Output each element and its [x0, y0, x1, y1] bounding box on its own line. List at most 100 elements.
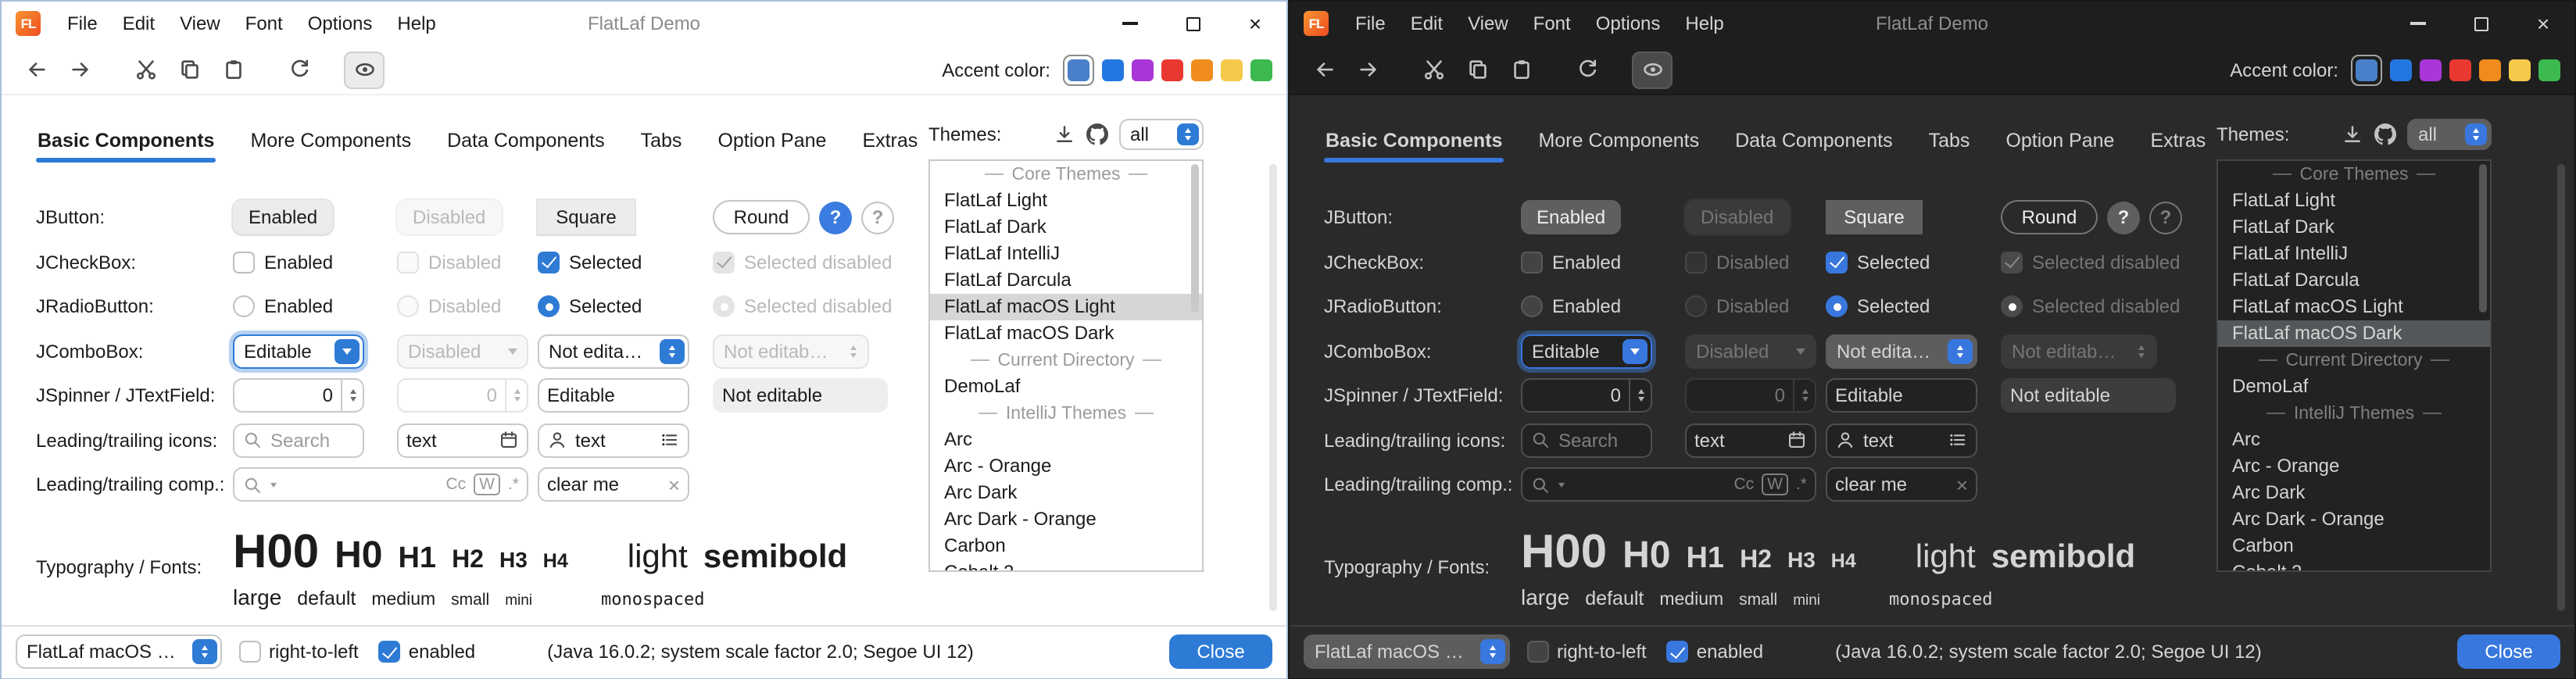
theme-item-flatlaf-light[interactable]: FlatLaf Light	[930, 188, 1202, 214]
maximize-button[interactable]	[2449, 2, 2512, 45]
theme-item-flatlaf-dark[interactable]: FlatLaf Dark	[2218, 214, 2490, 241]
tab-option-pane[interactable]: Option Pane	[2004, 120, 2116, 161]
theme-item-flatlaf-intellij[interactable]: FlatLaf IntelliJ	[2218, 241, 2490, 267]
accent-swatch-orange[interactable]	[1191, 59, 1213, 80]
theme-item-arc[interactable]: Arc	[2218, 427, 2490, 453]
close-button[interactable]: Close	[2457, 634, 2560, 669]
tab-tabs[interactable]: Tabs	[639, 120, 684, 161]
enabled-button[interactable]: Enabled	[1521, 201, 1621, 235]
theme-item-arc-dark-orange[interactable]: Arc Dark - Orange	[930, 506, 1202, 533]
menu-font[interactable]: Font	[1521, 13, 1583, 34]
chevron-down-icon[interactable]	[335, 339, 360, 364]
download-icon[interactable]	[2342, 123, 2363, 145]
theme-item-arc-orange[interactable]: Arc - Orange	[2218, 453, 2490, 480]
chevron-updown-icon[interactable]	[1948, 339, 1973, 364]
close-window-button[interactable]: ×	[2512, 2, 2574, 45]
content-scrollbar[interactable]	[2557, 164, 2565, 611]
back-icon[interactable]	[1304, 51, 1344, 88]
checkbox[interactable]	[239, 641, 261, 663]
chevron-down-icon[interactable]	[1558, 483, 1565, 488]
textfield-editable[interactable]: Editable	[538, 379, 689, 413]
match-case-toggle[interactable]: Cc	[1733, 476, 1754, 495]
menu-help[interactable]: Help	[1673, 13, 1736, 34]
tab-option-pane[interactable]: Option Pane	[716, 120, 828, 161]
combo-editable[interactable]: Editable	[233, 334, 364, 369]
download-icon[interactable]	[1054, 123, 1075, 145]
tab-extras[interactable]: Extras	[2148, 120, 2207, 161]
menu-view[interactable]: View	[167, 13, 233, 34]
search-with-options-input[interactable]: Cc W .*	[1521, 468, 1816, 502]
theme-item-flatlaf-light[interactable]: FlatLaf Light	[2218, 188, 2490, 214]
search-with-options-input[interactable]: Cc W .*	[233, 468, 528, 502]
combo-editable[interactable]: Editable	[1521, 334, 1652, 369]
paste-icon[interactable]	[213, 51, 253, 88]
date-input[interactable]: text	[397, 423, 528, 458]
theme-item-flatlaf-darcula[interactable]: FlatLaf Darcula	[930, 267, 1202, 294]
checkbox-enabled[interactable]	[233, 252, 255, 273]
chevron-updown-icon[interactable]	[2465, 123, 2487, 145]
menu-file[interactable]: File	[55, 13, 110, 34]
date-input[interactable]: text	[1685, 423, 1816, 458]
minimize-button[interactable]	[1099, 2, 1161, 45]
tab-tabs[interactable]: Tabs	[1927, 120, 1972, 161]
user-input[interactable]: text	[538, 423, 689, 458]
menu-edit[interactable]: Edit	[110, 13, 167, 34]
checkbox[interactable]	[1527, 641, 1549, 663]
maximize-button[interactable]	[1161, 2, 1224, 45]
tab-more-components[interactable]: More Components	[1537, 120, 1701, 161]
accent-swatch-red[interactable]	[1161, 59, 1183, 80]
accent-swatch-selected[interactable]	[1063, 54, 1094, 85]
refresh-icon[interactable]	[278, 51, 319, 88]
theme-item-demolaf[interactable]: DemoLaf	[930, 373, 1202, 400]
menu-options[interactable]: Options	[295, 13, 385, 34]
theme-item-flatlaf-dark[interactable]: FlatLaf Dark	[930, 214, 1202, 241]
clear-icon[interactable]: ×	[1956, 474, 1968, 497]
theme-item-cobalt2[interactable]: Cobalt 2	[2218, 559, 2490, 572]
user-input[interactable]: text	[1826, 423, 1977, 458]
checkbox-selected[interactable]	[538, 252, 560, 273]
accent-swatch-yellow[interactable]	[1221, 59, 1243, 80]
enabled-checkbox[interactable]: enabled	[379, 641, 475, 663]
back-icon[interactable]	[16, 51, 56, 88]
copy-icon[interactable]	[1457, 51, 1497, 88]
themes-filter-combo[interactable]: all	[2407, 119, 2492, 150]
titlebar[interactable]: FL File Edit View Font Options Help Flat…	[2, 2, 1286, 45]
theme-item-flatlaf-intellij[interactable]: FlatLaf IntelliJ	[930, 241, 1202, 267]
right-to-left-checkbox[interactable]: right-to-left	[1527, 641, 1647, 663]
combo-not-editable[interactable]: Not editable	[1826, 334, 1977, 369]
combo-not-editable[interactable]: Not editable	[538, 334, 689, 369]
clear-me-input[interactable]: clear me×	[1826, 468, 1977, 502]
search-input[interactable]: Search	[233, 423, 364, 458]
search-input[interactable]: Search	[1521, 423, 1652, 458]
menu-edit[interactable]: Edit	[1398, 13, 1455, 34]
right-to-left-checkbox[interactable]: right-to-left	[239, 641, 359, 663]
square-button[interactable]: Square	[1826, 201, 1923, 235]
accent-swatch-yellow[interactable]	[2509, 59, 2531, 80]
themes-filter-combo[interactable]: all	[1119, 119, 1204, 150]
theme-item-arc-dark[interactable]: Arc Dark	[930, 480, 1202, 506]
close-button[interactable]: Close	[1169, 634, 1272, 669]
round-button[interactable]: Round	[2001, 201, 2098, 235]
copy-icon[interactable]	[169, 51, 209, 88]
match-case-toggle[interactable]: Cc	[445, 476, 466, 495]
theme-item-flatlaf-macos-light[interactable]: FlatLaf macOS Light	[930, 294, 1202, 320]
whole-word-toggle[interactable]: W	[1762, 474, 1788, 496]
radio-selected[interactable]	[1826, 296, 1848, 318]
themes-list-scrollbar[interactable]	[1191, 164, 1199, 313]
tab-data-components[interactable]: Data Components	[1733, 120, 1894, 161]
theme-item-arc-dark-orange[interactable]: Arc Dark - Orange	[2218, 506, 2490, 533]
tab-basic-components[interactable]: Basic Components	[1324, 120, 1504, 161]
whole-word-toggle[interactable]: W	[474, 474, 500, 496]
chevron-updown-icon[interactable]	[660, 339, 685, 364]
theme-item-carbon[interactable]: Carbon	[930, 533, 1202, 559]
checkbox-enabled[interactable]	[1521, 252, 1543, 273]
checkbox-selected[interactable]	[1826, 252, 1848, 273]
themes-list[interactable]: Core Themes FlatLaf Light FlatLaf Dark F…	[2216, 159, 2492, 572]
github-icon[interactable]	[1086, 123, 1108, 145]
chevron-down-icon[interactable]	[1623, 339, 1648, 364]
theme-item-carbon[interactable]: Carbon	[2218, 533, 2490, 559]
minimize-button[interactable]	[2387, 2, 2449, 45]
theme-item-arc[interactable]: Arc	[930, 427, 1202, 453]
spinner[interactable]: 0	[233, 379, 364, 413]
menu-options[interactable]: Options	[1583, 13, 1673, 34]
